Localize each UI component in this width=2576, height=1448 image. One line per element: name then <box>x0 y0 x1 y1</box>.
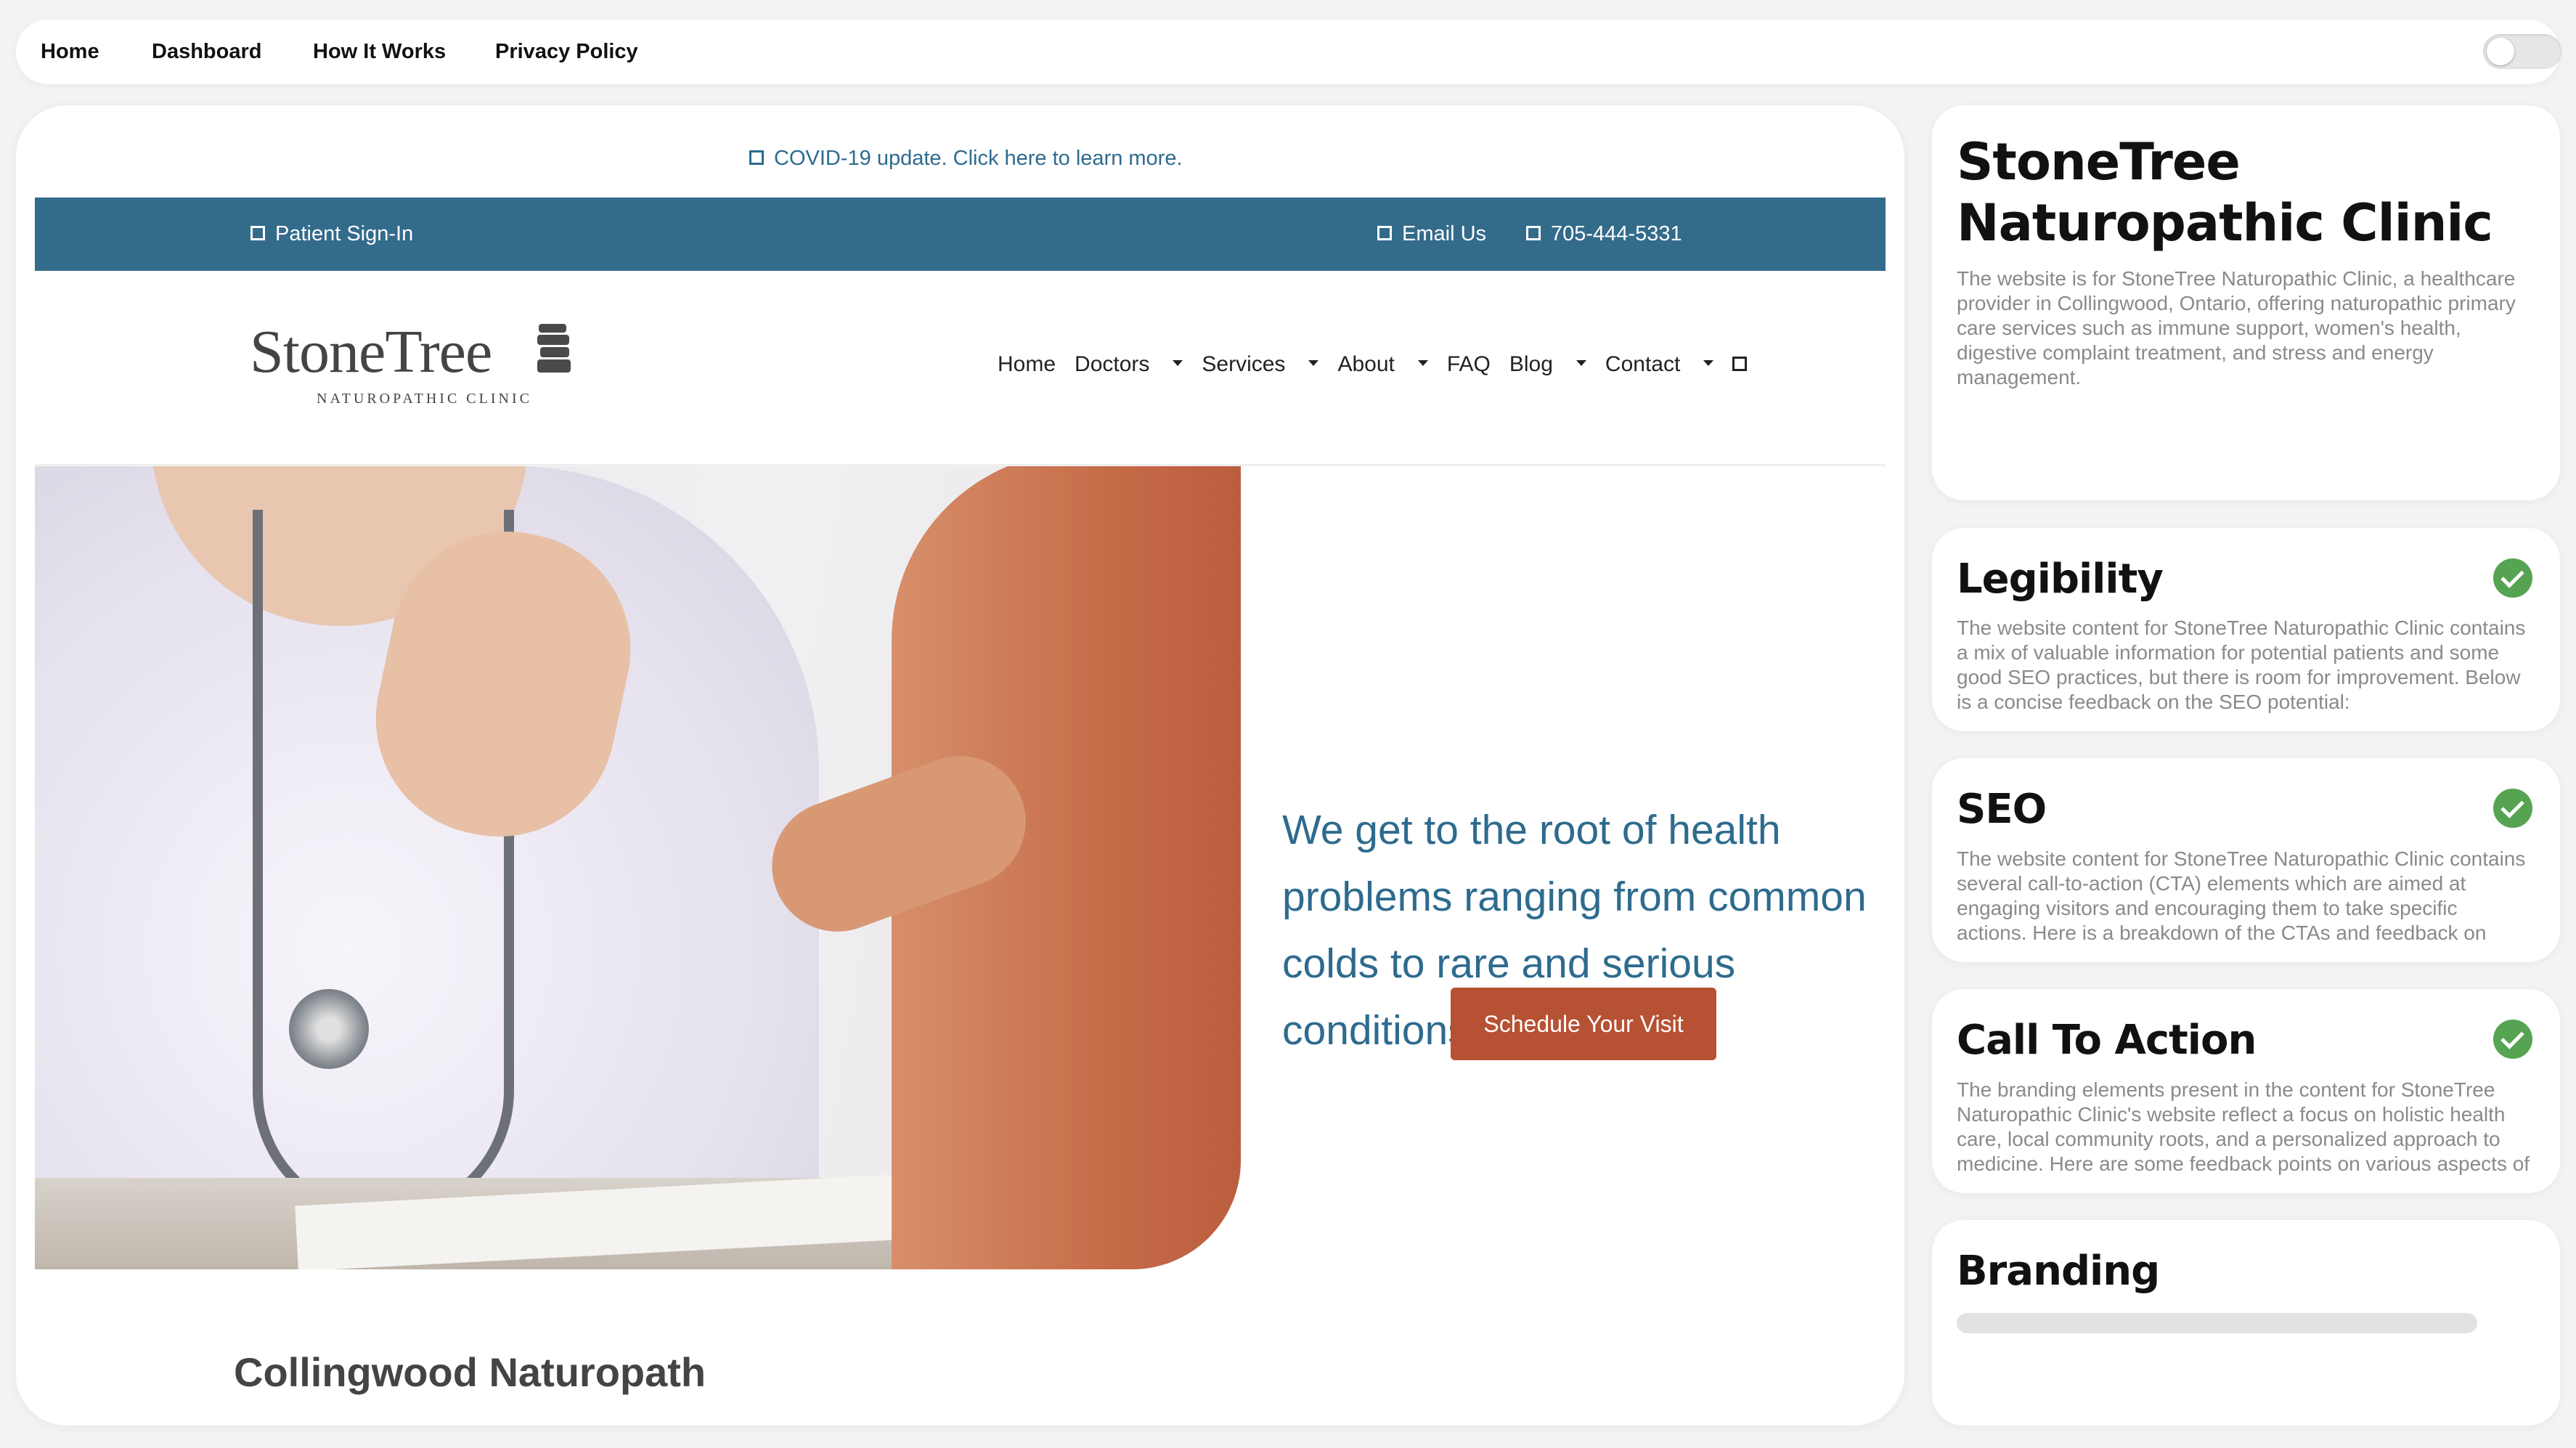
website-preview: COVID-19 update. Click here to learn mor… <box>16 105 1904 1425</box>
check-icon <box>2493 558 2532 598</box>
call-to-action-card[interactable]: Call To Action The branding elements pre… <box>1932 989 2560 1193</box>
site-nav-about[interactable]: About <box>1337 352 1428 376</box>
search-icon[interactable] <box>1732 357 1748 372</box>
nav-how-it-works-link[interactable]: How It Works <box>313 20 446 84</box>
nav-dashboard-link[interactable]: Dashboard <box>152 20 261 84</box>
site-nav-about-label: About <box>1337 352 1395 376</box>
site-nav-blog[interactable]: Blog <box>1509 352 1586 376</box>
theme-toggle[interactable] <box>2483 34 2561 69</box>
square-icon <box>1377 226 1392 241</box>
legibility-card[interactable]: Legibility The website content for Stone… <box>1932 528 2560 731</box>
seo-title: SEO <box>1957 786 2047 833</box>
check-icon <box>2493 789 2532 828</box>
summary-title: StoneTree Naturopathic Clinic <box>1957 132 2493 253</box>
caret-down-icon <box>1173 360 1183 367</box>
site-nav-doctors[interactable]: Doctors <box>1075 352 1183 376</box>
site-nav-services-label: Services <box>1202 352 1286 376</box>
caret-down-icon <box>1576 360 1586 367</box>
square-icon <box>250 226 265 241</box>
section-heading: Collingwood Naturopath <box>234 1349 706 1395</box>
logo-tagline: Naturopathic Clinic <box>317 391 532 407</box>
site-nav-home[interactable]: Home <box>998 352 1056 376</box>
square-icon <box>749 150 764 166</box>
site-nav-services[interactable]: Services <box>1202 352 1319 376</box>
utility-bar: Patient Sign-In Email Us 705-444-5331 <box>35 198 1886 271</box>
site-nav-faq[interactable]: FAQ <box>1447 352 1491 376</box>
stones-icon <box>537 324 571 375</box>
legibility-text: The website content for StoneTree Naturo… <box>1957 617 2526 713</box>
hero-image <box>35 466 1241 1269</box>
site-nav-contact[interactable]: Contact <box>1605 352 1714 376</box>
summary-card: StoneTree Naturopathic Clinic The websit… <box>1932 105 2560 500</box>
branding-title: Branding <box>1957 1248 2160 1295</box>
nav-home-link[interactable]: Home <box>41 20 99 84</box>
caret-down-icon <box>1703 360 1714 367</box>
email-us-link[interactable]: Email Us <box>1377 198 1486 271</box>
caret-down-icon <box>1308 360 1319 367</box>
phone-label: 705-444-5331 <box>1551 222 1682 245</box>
loading-placeholder <box>1957 1313 2477 1333</box>
stonetree-logo[interactable]: StoneTree Naturopathic Clinic <box>250 318 571 414</box>
schedule-visit-button[interactable]: Schedule Your Visit <box>1451 988 1716 1060</box>
seo-text: The website content for StoneTree Naturo… <box>1957 847 2526 944</box>
nav-privacy-policy-link[interactable]: Privacy Policy <box>495 20 638 84</box>
covid-announcement-text: COVID-19 update. Click here to learn mor… <box>774 147 1183 170</box>
summary-text: The website is for StoneTree Naturopathi… <box>1957 267 2516 389</box>
legibility-title: Legibility <box>1957 556 2164 603</box>
patient-sign-in-label: Patient Sign-In <box>275 222 414 245</box>
top-navigation: Home Dashboard How It Works Privacy Poli… <box>16 20 2561 84</box>
seo-card[interactable]: SEO The website content for StoneTree Na… <box>1932 758 2560 962</box>
branding-card[interactable]: Branding <box>1932 1220 2560 1425</box>
site-navigation: Home Doctors Services About FAQ Blog Contact <box>998 352 1748 377</box>
logo-name: StoneTree <box>250 318 492 386</box>
email-us-label: Email Us <box>1402 222 1487 245</box>
phone-link[interactable]: 705-444-5331 <box>1526 198 1682 271</box>
site-nav-doctors-label: Doctors <box>1075 352 1150 376</box>
stethoscope-chestpiece <box>289 989 369 1069</box>
covid-announcement-link[interactable]: COVID-19 update. Click here to learn mor… <box>749 147 1183 171</box>
check-icon <box>2493 1020 2532 1059</box>
call-to-action-title: Call To Action <box>1957 1017 2257 1064</box>
toggle-knob <box>2487 38 2514 65</box>
site-nav-blog-label: Blog <box>1509 352 1553 376</box>
square-icon <box>1526 226 1541 241</box>
site-nav-contact-label: Contact <box>1605 352 1681 376</box>
caret-down-icon <box>1417 360 1428 367</box>
call-to-action-text: The branding elements present in the con… <box>1957 1078 2530 1175</box>
patient-sign-in-link[interactable]: Patient Sign-In <box>250 198 413 271</box>
